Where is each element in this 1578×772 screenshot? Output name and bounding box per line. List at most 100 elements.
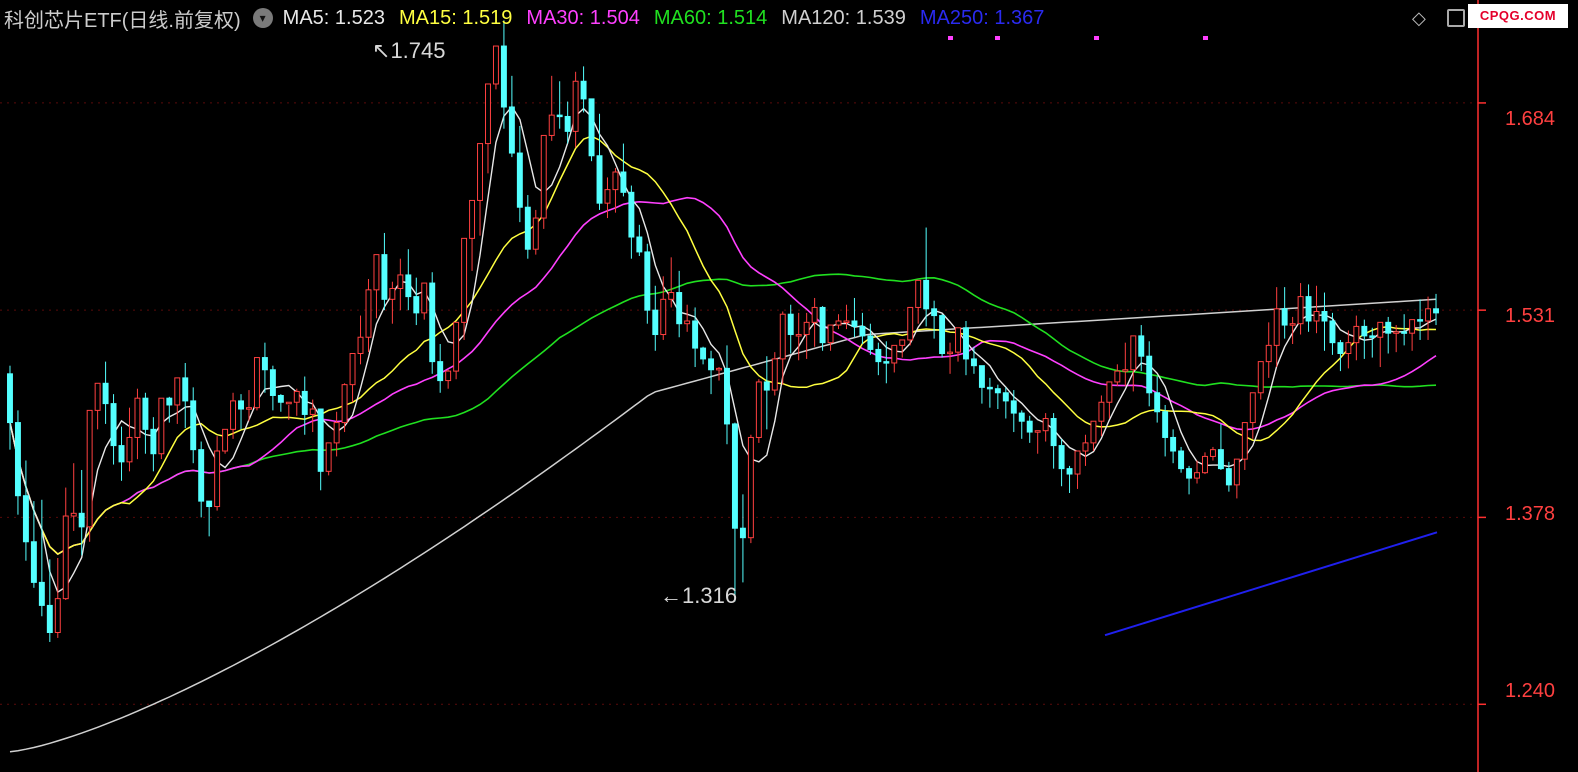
candle-body — [190, 400, 197, 451]
low-annotation: ←1.316 — [660, 583, 738, 608]
candle-body — [1010, 400, 1017, 414]
candle-body — [373, 254, 380, 291]
candle-body — [158, 397, 165, 455]
candle-body — [1202, 455, 1208, 474]
candle-body — [1425, 308, 1432, 322]
y-tick-label: 1.378 — [1505, 503, 1556, 525]
candle-body — [915, 279, 922, 308]
candle-body — [293, 390, 300, 403]
candle-body — [811, 306, 818, 323]
candle-body — [978, 365, 985, 388]
candle-body — [166, 397, 173, 406]
candle-body — [134, 397, 141, 438]
candle-body — [1170, 436, 1177, 452]
chevron-down-icon[interactable]: ▾ — [252, 8, 273, 28]
candle-body — [795, 334, 802, 337]
candle-body — [803, 321, 810, 336]
candle-body — [1297, 296, 1304, 325]
candle-body — [684, 320, 691, 325]
candle-body — [38, 581, 45, 606]
candle-body — [556, 114, 563, 118]
candle-body — [477, 143, 483, 201]
candle-body — [660, 298, 667, 336]
candle-body — [413, 296, 420, 314]
candle-body — [357, 336, 364, 354]
candle-body — [110, 403, 117, 447]
candle-body — [883, 361, 890, 364]
candle-body — [62, 515, 69, 600]
candle-body — [269, 369, 276, 396]
candle-body — [285, 401, 292, 405]
candle-body — [1433, 308, 1439, 314]
candle-body — [341, 384, 348, 424]
candle-body — [1146, 355, 1153, 394]
candle-body — [692, 320, 699, 349]
candle-body — [445, 370, 452, 382]
candle-body — [461, 237, 468, 323]
candle-body — [771, 358, 778, 391]
candle-body — [1321, 311, 1328, 322]
y-tick-label: 1.531 — [1505, 305, 1556, 327]
candle-body — [1178, 450, 1185, 470]
candle-body — [1058, 445, 1065, 470]
candle-body — [1066, 468, 1073, 475]
candle-body — [1074, 450, 1081, 475]
candle-body — [1154, 392, 1161, 413]
candle-body — [22, 495, 29, 543]
window-restore-icon[interactable] — [1447, 9, 1465, 27]
candle-body — [429, 282, 436, 363]
candle-body — [963, 327, 969, 360]
candle-body — [150, 428, 157, 455]
ma30-name: MA30 — [526, 6, 579, 29]
candle-body — [986, 386, 993, 390]
candle-body — [1401, 331, 1408, 334]
candle-body — [1233, 458, 1240, 486]
candle-body — [923, 279, 930, 310]
candle-body — [1122, 369, 1129, 372]
diamond-icon[interactable]: ◇ — [1412, 8, 1426, 29]
candle-body — [612, 171, 619, 191]
high-annotation: ↖1.745 — [372, 38, 446, 63]
candle-body — [548, 114, 555, 136]
candle-body — [604, 189, 611, 204]
candle-body — [349, 352, 356, 386]
candle-body — [86, 409, 93, 528]
candle-body — [524, 206, 531, 250]
candle-body — [970, 358, 977, 367]
ma250-line — [1104, 531, 1438, 637]
candle-body — [947, 351, 954, 355]
candle-body — [1241, 422, 1248, 460]
candle-body — [1186, 468, 1193, 479]
candle-body — [182, 377, 189, 402]
candle-body — [261, 357, 268, 371]
candle-body — [716, 367, 722, 371]
ma30-legend: MA30: 1.504 — [526, 6, 640, 29]
candle-body — [222, 428, 229, 452]
ma15-line — [9, 135, 1437, 556]
candle-body — [325, 442, 332, 472]
candle-body — [540, 134, 547, 219]
candle-body — [253, 357, 260, 409]
candle-body — [1329, 320, 1336, 344]
candle-body — [198, 449, 205, 502]
candle-body — [1273, 308, 1280, 346]
candle-body — [206, 500, 213, 508]
candle-body — [1281, 308, 1288, 326]
candle-body — [365, 289, 372, 338]
y-tick-label: 1.240 — [1505, 680, 1556, 702]
candle-body — [755, 381, 762, 438]
candle-body — [1050, 418, 1057, 447]
candle-body — [731, 423, 738, 529]
ma15-legend: MA15: 1.519 — [398, 6, 513, 29]
candle-body — [891, 344, 898, 364]
candle-body — [54, 598, 61, 633]
candle-body — [102, 382, 109, 405]
ma120-name: MA120 — [781, 6, 845, 29]
candle-body — [787, 313, 794, 336]
candle-body — [652, 309, 659, 336]
candle-body — [572, 80, 579, 132]
candle-body — [437, 361, 444, 382]
low-annotation-value: 1.316 — [682, 583, 738, 608]
candle-body — [7, 373, 13, 424]
candle-body — [1106, 381, 1113, 403]
